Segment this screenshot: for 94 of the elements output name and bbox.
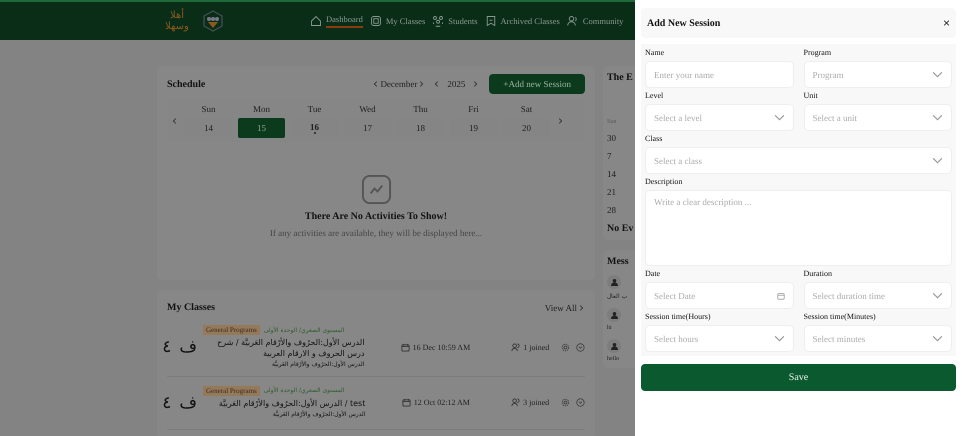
year-label: 2025: [447, 79, 466, 89]
logo-icon: [202, 10, 224, 32]
field-label: Description: [645, 177, 684, 186]
nav-link[interactable]: Community: [566, 3, 624, 39]
select-field[interactable]: Select a unit: [804, 104, 952, 131]
drawer-title: Add New Session: [647, 18, 720, 28]
weekday-label: Sat: [520, 104, 532, 114]
person-icon: [610, 312, 618, 318]
number-glyph: ٤: [162, 392, 172, 413]
chevron-down-icon: [932, 290, 943, 301]
letter-glyph: ف: [179, 392, 197, 413]
field-label: Session time(Minutes): [804, 312, 877, 321]
field-label: Program: [804, 48, 832, 57]
expand-icon[interactable]: [576, 342, 585, 353]
home-icon: [310, 15, 322, 27]
select-field[interactable]: Select a class: [645, 147, 952, 174]
calendar-icon: [402, 398, 411, 408]
empty-message: If any activities are available, they will be displayed here...: [270, 228, 482, 238]
weekday-label: Wed: [359, 104, 376, 114]
day-cell[interactable]: 15: [238, 118, 285, 138]
input-field[interactable]: Enter your name: [645, 61, 794, 88]
nav-link[interactable]: Students: [432, 3, 478, 39]
calendar-date[interactable]: 7: [607, 151, 635, 161]
calendar-date[interactable]: 28: [607, 205, 635, 215]
chevron-right-icon[interactable]: [556, 117, 564, 125]
chevron-right-icon[interactable]: [471, 80, 480, 88]
bookmark-icon: [484, 15, 497, 27]
date-field[interactable]: Select Date: [645, 282, 794, 309]
view-all-link[interactable]: View All: [544, 302, 577, 312]
nav-link[interactable]: My Classes: [370, 3, 426, 39]
save-button[interactable]: Save: [641, 364, 956, 391]
select-field[interactable]: Select duration time: [804, 282, 952, 309]
letter-glyph: ف: [179, 337, 197, 358]
weekday-label: Thu: [413, 104, 428, 114]
calendar-icon: [400, 342, 410, 352]
field-label: Unit: [804, 91, 819, 100]
chevron-down-icon: [932, 69, 943, 80]
chevron-right-icon[interactable]: [577, 304, 585, 312]
field-label: Name: [645, 48, 666, 57]
weekday-label: Tue: [308, 104, 322, 114]
chevron-down-icon: [774, 333, 784, 344]
calendar-date[interactable]: 14: [607, 169, 635, 179]
people-icon: [432, 15, 444, 27]
class-date: 12 Oct 02:12 AM: [414, 398, 470, 408]
settings-icon[interactable]: [561, 342, 570, 353]
person-icon: [610, 278, 618, 286]
field-label: Class: [645, 134, 664, 143]
users-icon: [511, 398, 520, 408]
logo-text: أهلا وسهلا: [164, 10, 190, 32]
chevron-right-icon[interactable]: [417, 80, 426, 88]
select-field[interactable]: Select hours: [645, 325, 794, 352]
nav-link[interactable]: Archived Classes: [484, 3, 560, 39]
number-glyph: ٤: [162, 337, 172, 358]
weekday-label: Mon: [252, 104, 270, 114]
field-label: Duration: [804, 269, 833, 278]
weekday-label: Fri: [468, 104, 479, 114]
chevron-down-icon: [774, 112, 784, 123]
users-icon: [511, 342, 520, 352]
calendar-icon: [776, 292, 784, 300]
class-title: الدرس الأول:الحرُوف والأرْقام العَربيَّة / شرح درس الحروف و الارقام العربية: [216, 337, 364, 360]
textarea-field[interactable]: Write a clear description ...: [645, 190, 952, 266]
month-label: December: [380, 79, 418, 89]
card-title: My Classes: [167, 302, 216, 313]
class-title: test / الدرس الأول:الحرُوف والأرْقام العَربيَّة: [218, 398, 366, 410]
select-field[interactable]: Program: [804, 61, 952, 88]
no-events-text: No Ev: [607, 223, 634, 234]
close-button[interactable]: ×: [942, 16, 950, 30]
person-icon: [610, 342, 618, 350]
field-label: Session time(Hours): [645, 312, 712, 321]
board-icon: [370, 15, 382, 27]
field-label: Level: [645, 91, 664, 100]
chevron-left-icon[interactable]: [171, 117, 179, 125]
card-title: The E: [607, 72, 634, 83]
card-title: Mess: [607, 256, 630, 267]
calendar-date[interactable]: 21: [607, 187, 635, 197]
settings-icon[interactable]: [561, 397, 570, 408]
class-date: 16 Dec 10:59 AM: [412, 342, 470, 352]
chevron-down-icon: [932, 333, 943, 344]
joined-count: 3 joined: [523, 398, 550, 408]
expand-icon[interactable]: [576, 397, 585, 408]
weekday-label: Sun: [201, 104, 216, 114]
chart-icon: [360, 174, 392, 205]
chevron-down-icon: [932, 155, 943, 166]
users-icon: [566, 15, 579, 27]
empty-title: There Are No Activities To Show!: [304, 211, 448, 222]
calendar-date[interactable]: 30: [607, 133, 635, 143]
select-field[interactable]: Select a level: [645, 104, 794, 131]
add-session-button[interactable]: +Add new Session: [489, 74, 585, 94]
chevron-down-icon: [932, 112, 943, 123]
joined-count: 1 joined: [523, 342, 550, 352]
card-title: Schedule: [167, 78, 206, 90]
select-field[interactable]: Select minutes: [804, 325, 952, 352]
nav-link[interactable]: Dashboard: [310, 2, 363, 40]
field-label: Date: [645, 269, 662, 278]
